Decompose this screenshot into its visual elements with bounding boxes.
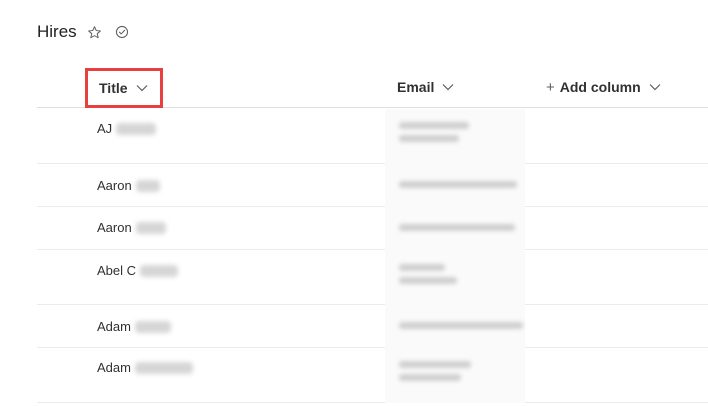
chevron-down-icon <box>649 83 661 91</box>
redacted-text <box>134 361 193 374</box>
list-row[interactable]: Abel C <box>37 250 708 305</box>
title-text: Aaron <box>97 178 132 193</box>
email-cell[interactable] <box>385 250 525 305</box>
email-cell[interactable] <box>385 207 525 250</box>
redacted-text <box>140 264 179 277</box>
add-column-label: Add column <box>559 79 641 95</box>
list-header: Title Email + Add column <box>37 66 708 108</box>
redacted-text <box>134 320 171 333</box>
email-cell[interactable] <box>385 109 525 164</box>
title-cell[interactable]: AJ <box>97 121 157 136</box>
page-header: Hires <box>37 20 131 44</box>
redacted-email <box>399 374 461 381</box>
email-cell[interactable] <box>385 348 525 403</box>
redacted-text <box>135 179 160 192</box>
plus-icon: + <box>546 78 555 96</box>
column-header-title-label: Title <box>99 80 128 96</box>
email-cell[interactable] <box>385 305 525 348</box>
check-circle-icon[interactable] <box>113 23 131 41</box>
list-row[interactable]: Aaron <box>37 207 708 250</box>
redacted-text <box>135 221 166 234</box>
redacted-email <box>399 181 517 188</box>
redacted-email <box>399 135 459 142</box>
title-text: Adam <box>97 319 131 334</box>
star-outline-icon[interactable] <box>86 23 104 41</box>
list-row[interactable]: AJ <box>37 109 708 164</box>
title-text: Adam <box>97 360 131 375</box>
title-cell[interactable]: Adam <box>97 319 171 334</box>
title-cell[interactable]: Aaron <box>97 220 166 235</box>
column-header-title[interactable]: Title <box>85 68 163 108</box>
list-row[interactable]: Adam <box>37 305 708 348</box>
email-cell[interactable] <box>385 164 525 207</box>
chevron-down-icon <box>442 83 454 91</box>
redacted-email <box>399 264 445 271</box>
list-row[interactable]: Adam <box>37 348 708 403</box>
title-text: Aaron <box>97 220 132 235</box>
list-rows: AJ Aaron Aaron Abel C Adam Adam <box>37 109 708 403</box>
chevron-down-icon <box>136 84 148 92</box>
title-text: AJ <box>97 121 113 136</box>
redacted-email <box>399 322 523 329</box>
column-header-email[interactable]: Email <box>397 66 454 108</box>
add-column-button[interactable]: + Add column <box>546 66 661 108</box>
list-row[interactable]: Aaron <box>37 164 708 207</box>
redacted-email <box>399 122 469 129</box>
redacted-email <box>399 224 515 231</box>
column-header-email-label: Email <box>397 79 435 95</box>
redacted-text <box>116 122 157 135</box>
title-cell[interactable]: Abel C <box>97 263 179 278</box>
title-cell[interactable]: Adam <box>97 360 193 375</box>
redacted-email <box>399 277 457 284</box>
redacted-email <box>399 361 471 368</box>
title-cell[interactable]: Aaron <box>97 178 160 193</box>
page-title: Hires <box>37 22 77 41</box>
title-text: Abel C <box>97 263 137 278</box>
